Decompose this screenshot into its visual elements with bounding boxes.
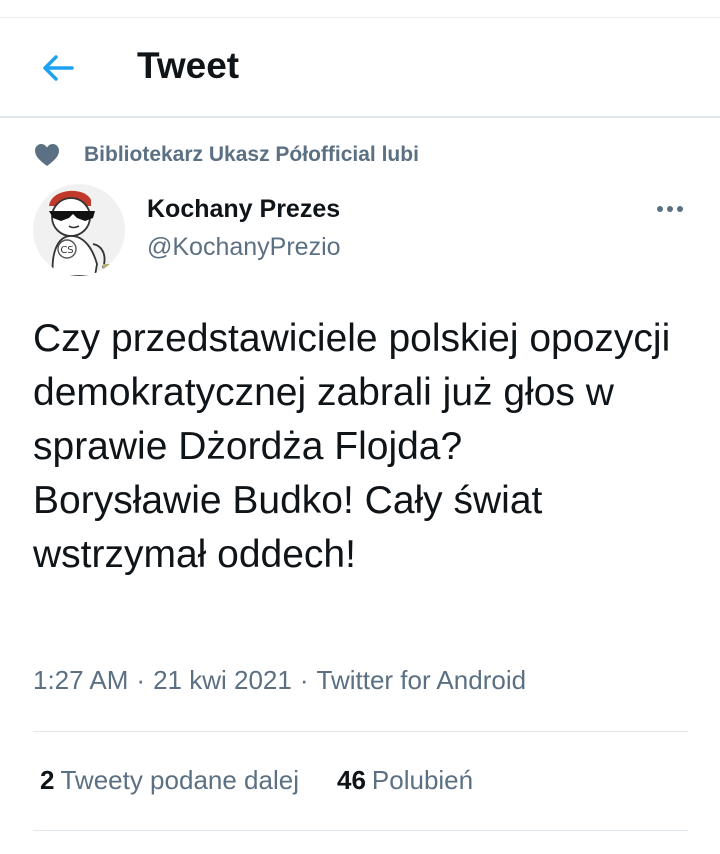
divider: [33, 731, 688, 732]
avatar[interactable]: CS: [33, 184, 125, 276]
tweet-text: Czy przedstawiciele polskiej opozycji de…: [33, 317, 671, 576]
tweet-stats: 2 Tweety podane dalej 46 Polubień: [40, 762, 473, 798]
back-button[interactable]: [36, 46, 80, 90]
heart-icon: [34, 143, 60, 167]
likes-label: Polubień: [371, 765, 474, 795]
likes-stat[interactable]: 46 Polubień: [337, 762, 473, 798]
tweet-meta: 1:27 AM · 21 kwi 2021 · Twitter for Android: [33, 662, 526, 698]
header-divider: [0, 116, 720, 118]
social-context[interactable]: Bibliotekarz Ukasz Półofficial lubi: [34, 139, 419, 171]
avatar-badge-text: CS: [60, 245, 73, 256]
author-name[interactable]: Kochany Prezes: [147, 194, 340, 224]
likes-count: 46: [336, 765, 366, 795]
page-title: Tweet: [137, 45, 240, 86]
author-handle[interactable]: @KochanyPrezio: [147, 232, 341, 262]
social-context-text: Bibliotekarz Ukasz Półofficial lubi: [84, 143, 419, 166]
retweets-label: Tweety podane dalej: [60, 765, 299, 795]
top-bar: Tweet: [0, 18, 720, 116]
divider: [33, 830, 688, 831]
arrow-left-icon: [43, 55, 74, 81]
meta-separator: ·: [299, 665, 309, 695]
more-dots-icon: [657, 206, 683, 212]
more-options-button[interactable]: [648, 195, 692, 223]
tweet-source-link[interactable]: Twitter for Android: [317, 665, 527, 695]
meta-separator: ·: [136, 665, 146, 695]
tweet-time[interactable]: 1:27 AM: [33, 665, 128, 695]
tweet-date[interactable]: 21 kwi 2021: [153, 665, 292, 695]
retweets-count: 2: [40, 765, 55, 795]
retweets-stat[interactable]: 2 Tweety podane dalej: [40, 762, 299, 798]
